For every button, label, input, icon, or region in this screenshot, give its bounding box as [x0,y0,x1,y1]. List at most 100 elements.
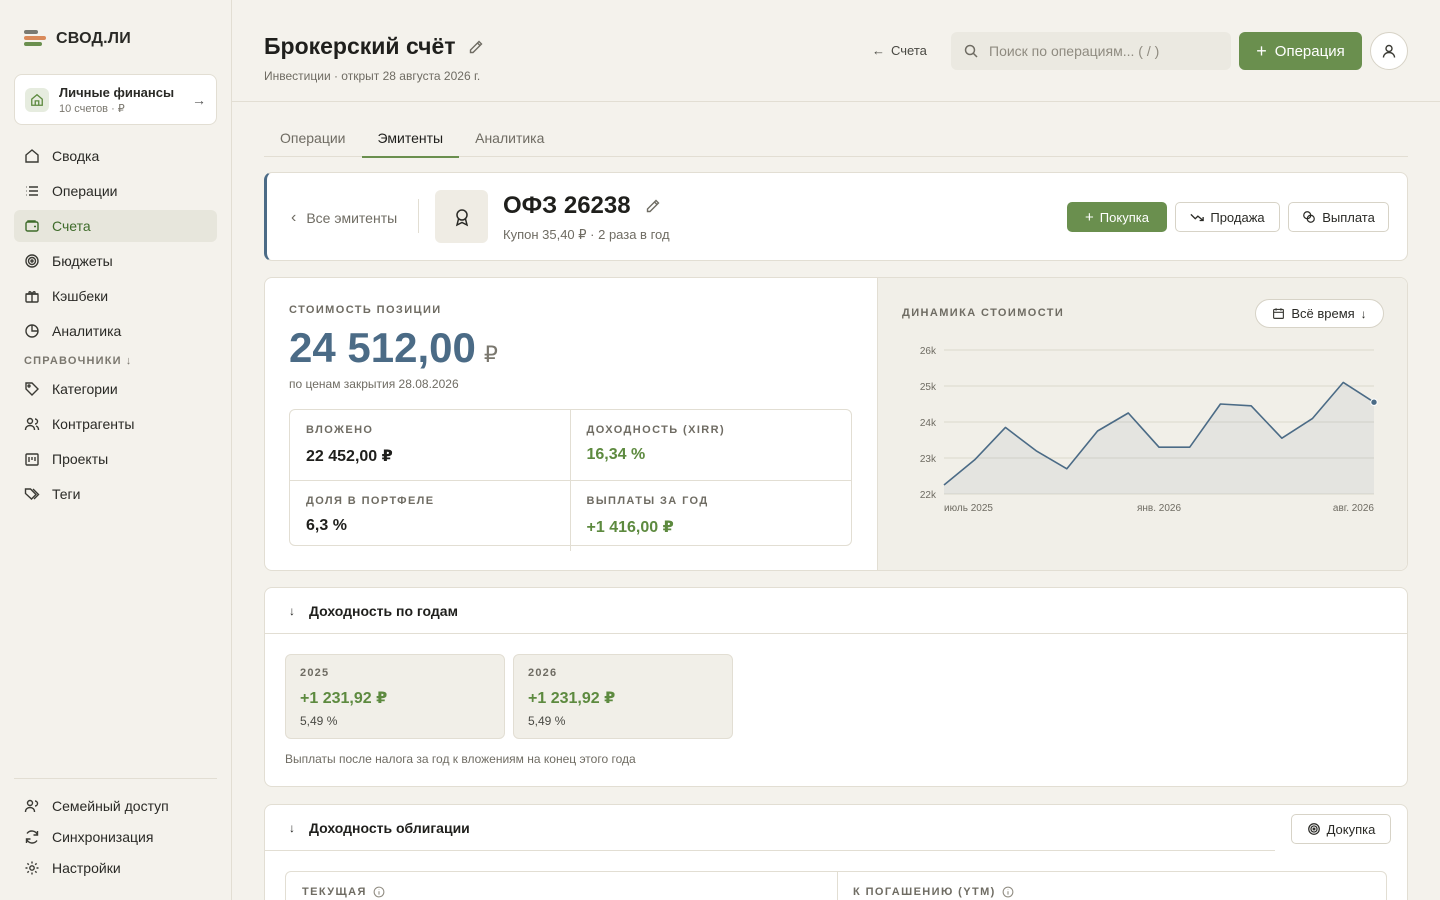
sidebar-item-operations[interactable]: Операции [14,175,217,207]
section-label: СПРАВОЧНИКИ [24,355,122,367]
users-icon [24,417,40,431]
sidebar-item-settings[interactable]: Настройки [14,852,217,884]
sidebar-item-categories[interactable]: Категории [14,373,217,405]
pie-chart-icon [25,324,39,338]
y-tick-label: 25k [920,382,937,393]
sidebar-item-label: Семейный доступ [52,798,169,814]
add-operation-button[interactable]: + Операция [1239,32,1362,70]
value-dynamics-panel: ДИНАМИКА СТОИМОСТИ Всё время ↓ 26k 25k 24k… [877,278,1407,570]
position-caption: СТОИМОСТЬ ПОЗИЦИИ [289,304,442,316]
pencil-icon[interactable] [468,39,484,55]
logo-icon [24,30,46,48]
arrow-left-icon: ← [872,43,885,58]
arrow-down-icon: ↓ [289,821,295,835]
plus-icon: + [1256,40,1267,61]
all-issuers-link[interactable]: ‹ Все эмитенты [291,209,397,227]
sidebar-item-label: Контрагенты [52,416,135,432]
add-operation-label: Операция [1274,42,1345,60]
payout-button[interactable]: Выплата [1288,202,1389,232]
chevron-left-icon: ‹ [291,209,297,226]
page-title-text: Брокерский счёт [264,33,456,59]
coins-icon [1303,211,1316,223]
search-input[interactable] [989,43,1209,59]
payout-label: Выплата [1322,209,1375,225]
info-icon[interactable] [373,886,385,898]
sidebar-item-projects[interactable]: Проекты [14,443,217,475]
sidebar-item-family-access[interactable]: Семейный доступ [14,790,217,822]
back-to-accounts-link[interactable]: ← Счета [872,43,927,58]
logo[interactable]: СВОД.ЛИ [24,30,131,48]
sidebar-item-summary[interactable]: Сводка [14,140,217,172]
chart-caption: ДИНАМИКА СТОИМОСТИ [902,307,1065,319]
tab-operations[interactable]: Операции [264,118,362,157]
tag-icon [25,382,39,396]
sidebar-item-accounts[interactable]: Счета [14,210,217,242]
info-icon[interactable] [1002,886,1014,898]
calendar-icon [1273,308,1285,319]
tab-label: Операции [280,129,346,146]
plus-icon: + [1085,208,1094,226]
folder-icon [25,453,39,466]
arrow-right-icon: → [192,91,206,108]
references-section-toggle[interactable]: СПРАВОЧНИКИ ↓ [14,355,217,367]
sidebar-item-budgets[interactable]: Бюджеты [14,245,217,277]
y-tick-label: 23k [920,454,937,465]
arrow-down-icon: ↓ [1360,306,1367,321]
list-icon [26,186,38,196]
sidebar-item-analytics[interactable]: Аналитика [14,315,217,347]
year-percent: 5,49 % [300,714,338,728]
stat-label: ВЛОЖЕНО [306,424,374,436]
buy-button[interactable]: + Покупка [1067,202,1167,232]
bond-yield-toggle[interactable]: ↓ Доходность облигации [289,820,470,836]
x-tick-label: июль 2025 [944,503,993,514]
sell-button[interactable]: Продажа [1175,202,1280,232]
date-range-button[interactable]: Всё время ↓ [1255,299,1384,328]
sidebar-item-label: Аналитика [52,323,122,339]
current-yield-label: ТЕКУЩАЯ [302,886,367,898]
stat-label: ВЫПЛАТЫ ЗА ГОД [586,495,709,507]
current-yield-header: ТЕКУЩАЯ [302,886,385,898]
divider [418,199,419,233]
tab-label: Аналитика [475,129,545,146]
ytm-label: К ПОГАШЕНИЮ (YTM) [853,886,996,898]
sell-label: Продажа [1210,209,1265,225]
issuer-header-card: ‹ Все эмитенты ОФЗ 26238 Купон 35,40 ₽ ·… [264,172,1408,261]
tab-issuers[interactable]: Эмитенты [361,118,460,158]
pencil-icon[interactable] [645,198,661,214]
date-range-label: Всё время [1291,306,1355,321]
user-icon [1382,44,1396,58]
position-currency: ₽ [483,342,498,367]
stat-label: ДОХОДНОСТЬ (XIRR) [586,424,726,436]
bond-yield-grid: ТЕКУЩАЯ К ПОГАШЕНИЮ (YTM) [285,871,1387,900]
stat-value: 16,34 % [586,446,646,463]
sidebar-item-cashback[interactable]: Кэшбеки [14,280,217,312]
home-icon [25,87,49,112]
topup-button[interactable]: Докупка [1291,814,1391,844]
section-title: Доходность по годам [309,603,458,619]
sidebar-item-tags[interactable]: Теги [14,478,217,510]
divider [837,872,838,900]
user-avatar-button[interactable] [1370,32,1408,70]
sidebar-item-label: Проекты [52,451,109,467]
page-title: Брокерский счёт [264,33,484,60]
back-link-label: Счета [891,43,927,58]
target-icon [25,254,39,268]
bond-yield-card: ↓ Доходность облигации Докупка ТЕКУЩАЯ К… [264,804,1408,900]
tab-analytics[interactable]: Аналитика [459,118,560,157]
footer-nav: Семейный доступ Синхронизация Настройки [14,790,217,887]
section-title: Доходность облигации [309,820,470,836]
yearly-returns-toggle[interactable]: ↓ Доходность по годам [289,603,458,619]
wallet-icon [25,220,39,232]
sidebar-item-label: Синхронизация [52,829,154,845]
y-tick-label: 26k [920,346,937,357]
stat-label: ДОЛЯ В ПОРТФЕЛЕ [306,495,435,507]
workspace-switcher[interactable]: Личные финансы 10 счетов · ₽ → [14,74,217,125]
year-amount: +1 231,92 ₽ [528,690,616,707]
search-box[interactable] [951,32,1231,70]
year-amount: +1 231,92 ₽ [300,690,388,707]
area-fill [944,382,1374,494]
all-issuers-label: Все эмитенты [306,210,398,226]
sidebar-item-sync[interactable]: Синхронизация [14,821,217,853]
sidebar-item-counterparties[interactable]: Контрагенты [14,408,217,440]
sidebar-item-label: Сводка [52,148,100,164]
